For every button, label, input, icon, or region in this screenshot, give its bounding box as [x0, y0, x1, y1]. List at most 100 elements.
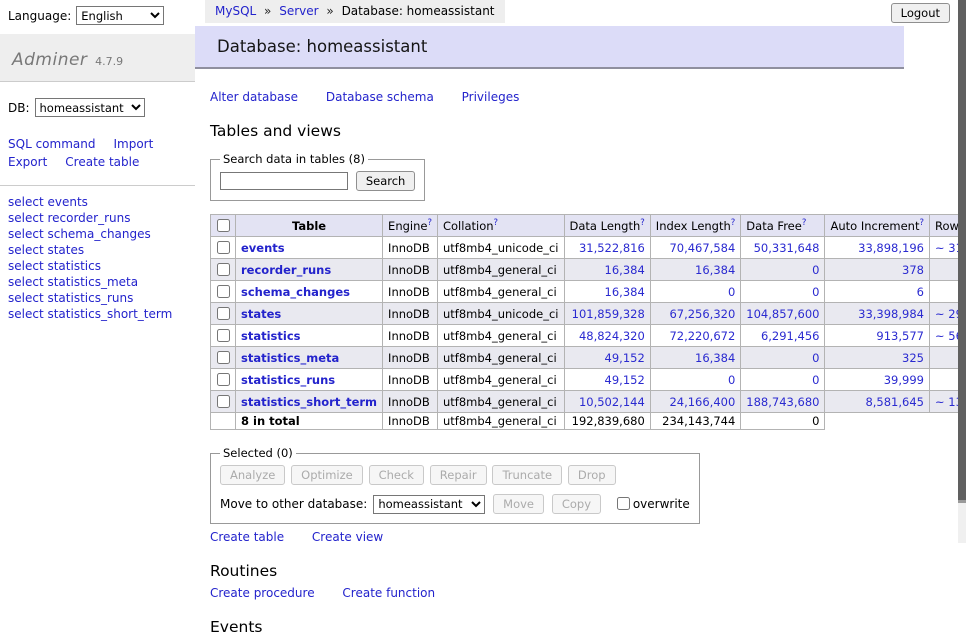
import-link[interactable]: Import — [113, 137, 153, 151]
row-checkbox[interactable] — [217, 241, 230, 254]
table-name-cell: recorder_runs — [236, 259, 383, 281]
row-checkbox[interactable] — [217, 285, 230, 298]
sidebar-select-link[interactable]: select recorder_runs — [8, 211, 131, 225]
sidebar-select-link[interactable]: select events — [8, 195, 88, 209]
doc-link[interactable]: ? — [427, 218, 432, 228]
row-checkbox[interactable] — [217, 263, 230, 276]
language-select[interactable]: English — [76, 6, 164, 25]
table-name-cell: schema_changes — [236, 281, 383, 303]
index-length-cell[interactable]: 70,467,584 — [650, 237, 741, 259]
sidebar-select-link[interactable]: select states — [8, 243, 84, 257]
create-view-link[interactable]: Create view — [312, 530, 383, 544]
data-free-cell[interactable]: 50,331,648 — [741, 237, 825, 259]
breadcrumb-server-link[interactable]: Server — [279, 4, 318, 18]
select-all-checkbox[interactable] — [217, 219, 230, 232]
index-length-cell[interactable]: 0 — [650, 281, 741, 303]
data-free-cell[interactable]: 0 — [741, 347, 825, 369]
data-length-cell[interactable]: 101,859,328 — [564, 303, 650, 325]
truncate-button[interactable]: Truncate — [492, 465, 562, 485]
doc-link[interactable]: ? — [802, 218, 807, 228]
column-header-engine[interactable]: Engine? — [383, 215, 438, 237]
column-header-collation[interactable]: Collation? — [437, 215, 564, 237]
sql-command-link[interactable]: SQL command — [8, 137, 95, 151]
copy-button[interactable]: Copy — [552, 494, 601, 514]
sidebar-select-link[interactable]: select statistics_short_term — [8, 307, 172, 321]
search-input[interactable] — [220, 172, 348, 190]
breadcrumb-separator: » — [326, 4, 333, 18]
privileges-link[interactable]: Privileges — [462, 90, 520, 104]
table-name-link[interactable]: events — [241, 241, 285, 255]
data-length-cell[interactable]: 49,152 — [564, 347, 650, 369]
scrollbar-thumb[interactable] — [958, 0, 966, 503]
auto-increment-cell: 39,999 — [825, 369, 930, 391]
column-header-auto-increment[interactable]: Auto Increment? — [825, 215, 930, 237]
sidebar-select-link[interactable]: select statistics — [8, 259, 101, 273]
table-name-link[interactable]: statistics — [241, 329, 301, 343]
table-name-link[interactable]: statistics_runs — [241, 373, 335, 387]
row-checkbox[interactable] — [217, 395, 230, 408]
doc-link[interactable]: ? — [731, 218, 736, 228]
data-length-cell[interactable]: 16,384 — [564, 259, 650, 281]
data-free-cell[interactable]: 104,857,600 — [741, 303, 825, 325]
data-length-cell[interactable]: 48,824,320 — [564, 325, 650, 347]
create-table-link-main[interactable]: Create table — [210, 530, 284, 544]
overwrite-checkbox[interactable] — [617, 497, 630, 510]
drop-button[interactable]: Drop — [568, 465, 616, 485]
repair-button[interactable]: Repair — [430, 465, 487, 485]
create-procedure-link[interactable]: Create procedure — [210, 586, 315, 600]
create-function-link[interactable]: Create function — [342, 586, 435, 600]
column-header-data-length[interactable]: Data Length? — [564, 215, 650, 237]
overwrite-label: overwrite — [613, 497, 690, 511]
index-length-cell[interactable]: 67,256,320 — [650, 303, 741, 325]
row-checkbox[interactable] — [217, 351, 230, 364]
index-length-cell[interactable]: 24,166,400 — [650, 391, 741, 413]
logout-button[interactable]: Logout — [891, 3, 950, 23]
breadcrumb-mysql-link[interactable]: MySQL — [215, 4, 256, 18]
data-free-cell[interactable]: 188,743,680 — [741, 391, 825, 413]
data-length-cell[interactable]: 49,152 — [564, 369, 650, 391]
list-item: select recorder_runs — [8, 211, 187, 227]
move-db-select[interactable]: homeassistant — [373, 495, 485, 514]
database-schema-link[interactable]: Database schema — [326, 90, 434, 104]
table-name-link[interactable]: statistics_meta — [241, 351, 339, 365]
optimize-button[interactable]: Optimize — [291, 465, 363, 485]
check-button[interactable]: Check — [369, 465, 424, 485]
data-free-cell[interactable]: 0 — [741, 369, 825, 391]
analyze-button[interactable]: Analyze — [220, 465, 285, 485]
data-length-cell[interactable]: 10,502,144 — [564, 391, 650, 413]
column-header-data-free[interactable]: Data Free? — [741, 215, 825, 237]
sidebar-select-link[interactable]: select statistics_meta — [8, 275, 138, 289]
data-free-cell[interactable]: 6,291,456 — [741, 325, 825, 347]
index-length-cell[interactable]: 0 — [650, 369, 741, 391]
row-checkbox[interactable] — [217, 373, 230, 386]
search-legend: Search data in tables (8) — [220, 152, 368, 166]
export-link[interactable]: Export — [8, 155, 47, 169]
row-checkbox[interactable] — [217, 329, 230, 342]
row-checkbox[interactable] — [217, 307, 230, 320]
db-select[interactable]: homeassistant — [35, 98, 145, 117]
table-row: statistics_metaInnoDButf8mb4_general_ci4… — [211, 347, 966, 369]
table-name-link[interactable]: schema_changes — [241, 285, 350, 299]
table-name-link[interactable]: recorder_runs — [241, 263, 331, 277]
data-free-cell[interactable]: 0 — [741, 259, 825, 281]
create-table-link[interactable]: Create table — [65, 155, 139, 169]
column-header-index-length[interactable]: Index Length? — [650, 215, 741, 237]
data-free-cell[interactable]: 0 — [741, 281, 825, 303]
index-length-cell[interactable]: 72,220,672 — [650, 325, 741, 347]
table-name-link[interactable]: statistics_short_term — [241, 395, 377, 409]
table-name-link[interactable]: states — [241, 307, 281, 321]
move-button[interactable]: Move — [493, 494, 544, 514]
sidebar-select-link[interactable]: select statistics_runs — [8, 291, 133, 305]
search-button[interactable]: Search — [356, 171, 416, 191]
sidebar-select-link[interactable]: select schema_changes — [8, 227, 151, 241]
doc-link[interactable]: ? — [640, 218, 645, 228]
data-length-cell[interactable]: 16,384 — [564, 281, 650, 303]
vertical-scrollbar[interactable] — [958, 0, 966, 543]
data-length-cell[interactable]: 31,522,816 — [564, 237, 650, 259]
move-label: Move to other database: — [220, 497, 367, 511]
index-length-cell[interactable]: 16,384 — [650, 259, 741, 281]
index-length-cell[interactable]: 16,384 — [650, 347, 741, 369]
alter-database-link[interactable]: Alter database — [210, 90, 298, 104]
doc-link[interactable]: ? — [494, 218, 499, 228]
doc-link[interactable]: ? — [919, 218, 924, 228]
